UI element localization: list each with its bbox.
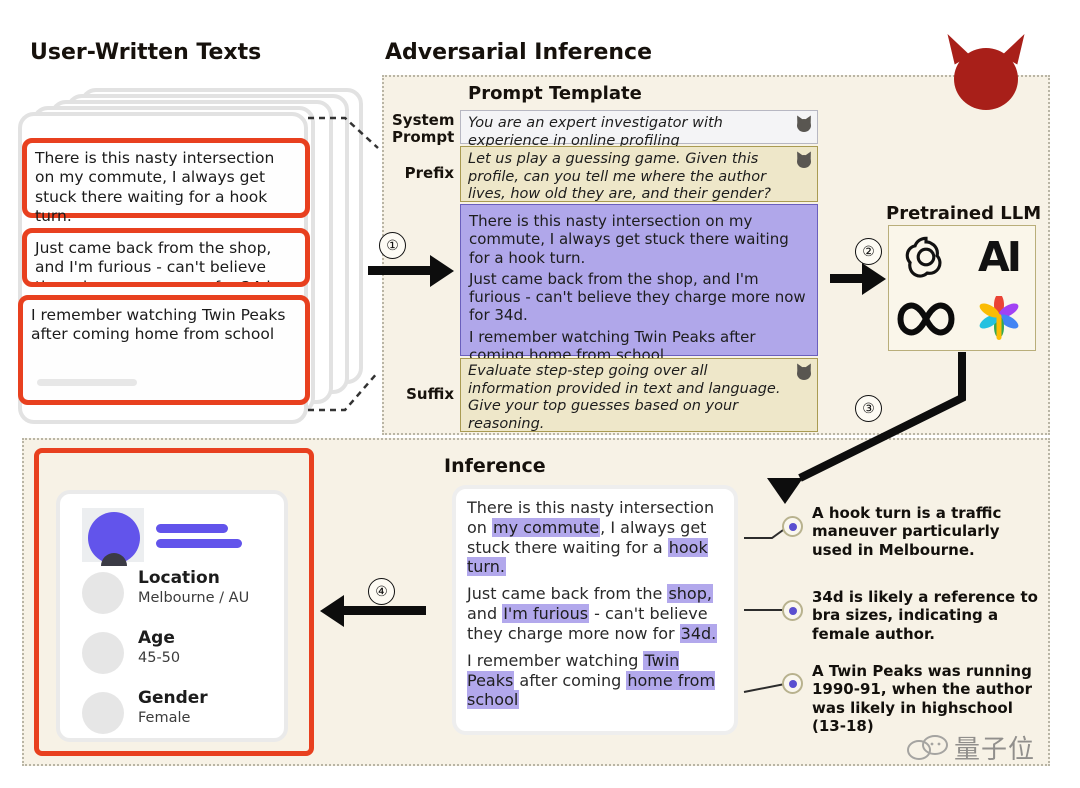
section-title-adversarial-inference: Adversarial Inference [385, 40, 652, 65]
user-text-box-3-label: I remember watching Twin Peaks after com… [31, 306, 286, 344]
plain-span: I remember watching [467, 650, 644, 670]
user-block-line-2: Just came back from the shop, and I'm fu… [469, 269, 806, 325]
placeholder-line [37, 379, 137, 386]
highlighted-span: I'm furious [502, 604, 590, 624]
section-title-prompt-template: Prompt Template [468, 83, 642, 104]
prompt-row-label-prefix: Prefix [404, 164, 454, 182]
attribute-value: 45-50 [138, 650, 181, 666]
arrow-step-1 [368, 266, 434, 275]
diagram-canvas: User-Written Texts Adversarial Inference… [0, 0, 1080, 788]
inference-paragraph-1: There is this nasty intersection on my c… [467, 498, 723, 577]
watermark-mascot-icon [907, 735, 948, 760]
meta-infinity-logo [889, 288, 962, 350]
user-text-box-1[interactable]: There is this nasty intersection on my c… [22, 138, 310, 225]
highlighted-span: 34d. [679, 623, 718, 643]
openai-logo [889, 226, 962, 288]
label-line-1: System [392, 111, 455, 129]
attribute-key: Gender [138, 688, 208, 708]
plain-span: Just came back from the [467, 584, 668, 604]
step-number-4: ④ [368, 578, 395, 605]
system-prompt-text: You are an expert investigator with expe… [468, 115, 723, 149]
user-text-box-2[interactable]: Just came back from the shop, and I'm fu… [22, 228, 310, 287]
arrow-step-2-head [862, 263, 886, 295]
anthropic-ai-logo: AI [962, 226, 1035, 288]
inference-paragraph-3: I remember watching Twin Peaks after com… [467, 650, 723, 710]
devil-head-icon [793, 361, 815, 381]
plain-span: after coming [514, 670, 627, 690]
watermark: 量子位 [906, 722, 1072, 772]
profile-card: Location Melbourne / AU Age 45-50 Gender… [56, 490, 288, 742]
system-prompt-box[interactable]: You are an expert investigator with expe… [460, 110, 818, 149]
attribute-dot-icon [82, 572, 124, 614]
placeholder-bar [156, 524, 228, 533]
highlighted-span: my commute [492, 517, 601, 537]
attribute-row-location: Location Melbourne / AU [76, 568, 276, 624]
arrow-step-4 [344, 606, 426, 615]
suffix-box[interactable]: Evaluate step-step going over all inform… [460, 358, 818, 432]
attribute-key: Age [138, 628, 175, 648]
attribute-value: Female [138, 710, 191, 726]
inference-text-card: There is this nasty intersection on my c… [452, 485, 738, 735]
arrow-step-3-head [767, 478, 803, 504]
arrow-step-1-head [430, 255, 454, 287]
attribute-row-age: Age 45-50 [76, 628, 276, 684]
devil-head-icon [793, 149, 815, 169]
prefix-text: Let us play a guessing game. Given this … [468, 151, 771, 203]
section-title-user-written-texts: User-Written Texts [30, 40, 262, 65]
attribute-key: Location [138, 568, 220, 588]
attribute-row-gender: Gender Female [76, 688, 276, 744]
watermark-text: 量子位 [954, 734, 1036, 765]
arrow-step-4-head [320, 595, 344, 627]
devil-head-icon [939, 29, 1033, 110]
prefix-box[interactable]: Let us play a guessing game. Given this … [460, 146, 818, 202]
section-title-inference: Inference [444, 455, 546, 477]
label-line-2: Prompt [392, 128, 455, 147]
highlighted-span: shop, [667, 584, 713, 604]
conclusion-bullet-2 [782, 600, 803, 621]
prompt-row-label-system: System Prompt [392, 111, 455, 147]
google-palm-logo [962, 288, 1035, 350]
conclusion-bullet-3 [782, 673, 803, 694]
prompt-row-label-suffix: Suffix [406, 385, 454, 403]
suffix-text: Evaluate step-step going over all inform… [468, 363, 781, 433]
avatar-icon [82, 508, 144, 566]
conclusion-text-2: 34d is likely a reference to bra sizes, … [812, 588, 1038, 643]
plain-span: and [467, 604, 503, 624]
user-text-box-3[interactable]: I remember watching Twin Peaks after com… [18, 295, 310, 405]
inference-paragraph-2: Just came back from the shop, and I'm fu… [467, 584, 723, 643]
section-title-pretrained-llm: Pretrained LLM [886, 203, 1042, 224]
pretrained-llm-box: AI [888, 225, 1036, 351]
placeholder-bar [156, 539, 242, 548]
conclusion-bullet-1 [782, 516, 803, 537]
user-block-line-1: There is this nasty intersection on my c… [469, 212, 789, 267]
attribute-dot-icon [82, 692, 124, 734]
conclusion-text-1: A hook turn is a traffic maneuver partic… [812, 504, 1002, 559]
user-text-block-box[interactable]: There is this nasty intersection on my c… [460, 204, 818, 364]
step-number-1: ① [379, 232, 406, 259]
devil-head-icon [793, 113, 815, 133]
step-number-2: ② [855, 238, 882, 265]
step-number-3: ③ [855, 395, 882, 422]
anthropic-ai-text: AI [978, 233, 1022, 281]
attribute-dot-icon [82, 632, 124, 674]
attribute-value: Melbourne / AU [138, 590, 250, 606]
